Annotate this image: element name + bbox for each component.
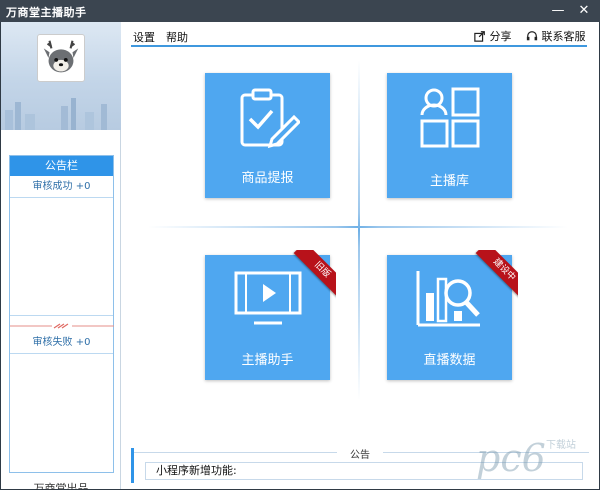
support-button[interactable]: 联系客服 — [526, 28, 586, 44]
approved-list[interactable] — [10, 198, 113, 316]
share-label: 分享 — [489, 30, 512, 43]
under-construction-ribbon-label: 建设中 — [475, 250, 518, 299]
tile-streamer-assistant[interactable]: 旧版 主播助手 — [205, 250, 336, 380]
tile-product-submit[interactable]: 商品提报 — [205, 73, 330, 198]
city-skyline-image — [5, 98, 107, 130]
avatar[interactable] — [37, 34, 85, 82]
window-title: 万商堂主播助手 — [6, 6, 87, 19]
share-button[interactable]: 分享 — [474, 28, 512, 44]
tile-streamer-library-label: 主播库 — [429, 174, 469, 189]
pc6-watermark: pc6 下载站 — [476, 436, 594, 484]
announcement-heading: 公告 — [337, 446, 383, 461]
share-icon — [474, 31, 485, 42]
person-grid-icon — [420, 87, 480, 148]
headset-icon — [526, 31, 538, 41]
tile-product-submit-label: 商品提报 — [241, 171, 294, 186]
menu-help[interactable]: 帮助 — [166, 29, 188, 45]
deer-avatar-icon — [43, 40, 79, 73]
watermark-sub: 下载站 — [546, 440, 576, 451]
clipboard-edit-icon — [240, 88, 300, 149]
watermark-main: pc6 — [476, 436, 546, 480]
tile-streamer-library[interactable]: 主播库 — [387, 73, 512, 198]
legacy-ribbon-label: 旧版 — [293, 250, 336, 299]
tile-live-data-label: 直播数据 — [423, 353, 476, 368]
sidebar: 公告栏 审核成功 +0 审核失败 +0 万商堂出品 — [1, 22, 121, 490]
rejected-count[interactable]: 审核失败 +0 — [10, 332, 113, 354]
approved-count[interactable]: 审核成功 +0 — [10, 176, 113, 198]
notice-panel: 公告栏 审核成功 +0 审核失败 +0 — [9, 155, 114, 473]
minimize-button[interactable]: — — [548, 2, 568, 20]
menu-settings[interactable]: 设置 — [133, 29, 155, 45]
footer-credit: 万商堂出品 — [33, 482, 89, 490]
legacy-ribbon: 旧版 — [284, 250, 336, 302]
divider-ornament-icon — [10, 323, 114, 329]
title-bar: 万商堂主播助手 — ✕ — [0, 0, 600, 22]
under-construction-ribbon: 建设中 — [466, 250, 518, 302]
notice-panel-title: 公告栏 — [10, 156, 113, 176]
menu-bar: 设置 帮助 分享 联系客服 — [131, 26, 591, 44]
tile-live-data[interactable]: 建设中 直播数据 — [387, 250, 518, 380]
announcement-accent-bar — [131, 448, 134, 483]
support-label: 联系客服 — [541, 30, 586, 43]
close-button[interactable]: ✕ — [574, 2, 594, 20]
vertical-glow-divider — [358, 60, 360, 400]
tile-streamer-assistant-label: 主播助手 — [241, 353, 294, 368]
menu-divider — [131, 45, 587, 47]
